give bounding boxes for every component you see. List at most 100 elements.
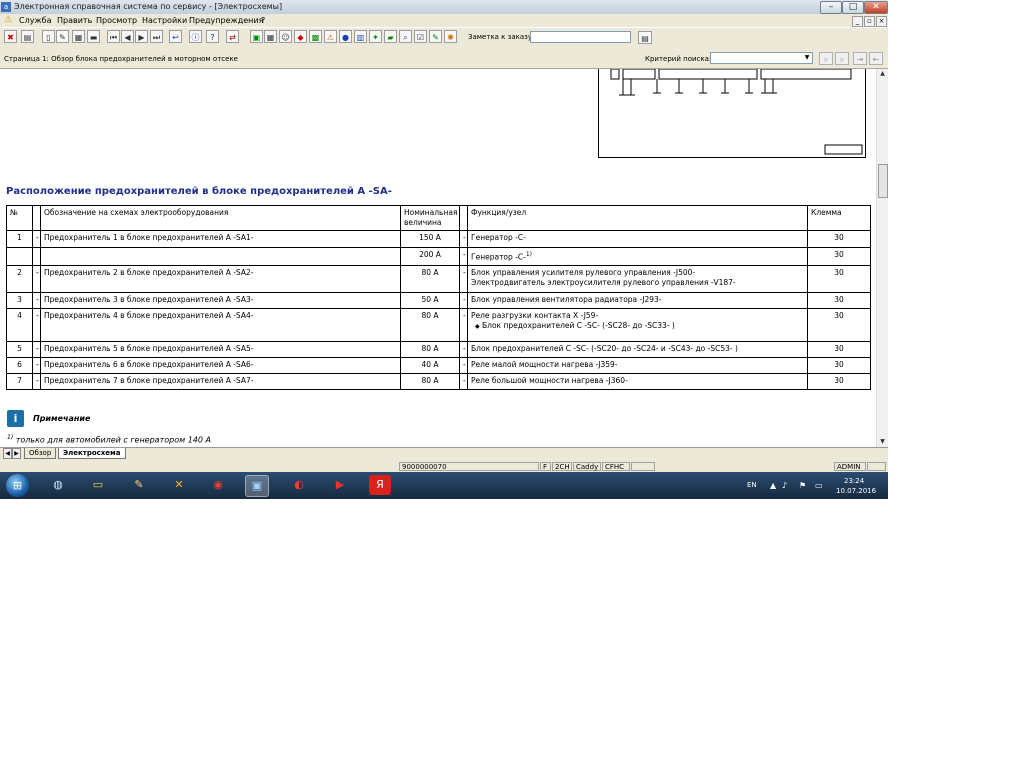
tab-next-icon[interactable]: ▶ xyxy=(12,448,21,459)
function-text-2: Блок предохранителей C -SC- (-SC28- до -… xyxy=(482,320,675,330)
mdi-restore-button[interactable]: ▫ xyxy=(864,16,875,27)
cell-function: Блок управления усилителя рулевого управ… xyxy=(467,264,808,293)
first-page-icon[interactable]: ⏮ xyxy=(107,30,120,43)
order-note-icon[interactable]: ▤ xyxy=(638,31,652,44)
menu-help[interactable]: ? xyxy=(261,15,265,26)
status-engine: 2CH xyxy=(552,462,572,471)
tray-language[interactable]: EN xyxy=(747,481,757,489)
scroll-thumb[interactable] xyxy=(878,164,888,198)
status-model: Caddy xyxy=(573,462,601,471)
edit-page-icon[interactable]: ✎ xyxy=(56,30,69,43)
cell-terminal: 30 xyxy=(807,291,871,309)
search-prev-icon[interactable]: ⇤ xyxy=(869,52,883,65)
person-icon[interactable]: ☺ xyxy=(279,30,292,43)
print-icon[interactable]: ▤ xyxy=(21,30,34,43)
minimize-button[interactable]: – xyxy=(820,1,842,14)
network-icon[interactable]: ▭ xyxy=(815,481,823,490)
scroll-down-icon[interactable]: ▼ xyxy=(877,437,888,447)
cell-no: 6 xyxy=(6,356,33,374)
media-player-icon[interactable]: ▶ xyxy=(329,475,351,495)
mdi-close-button[interactable]: × xyxy=(876,16,887,27)
folder-icon[interactable]: ▭ xyxy=(87,475,109,495)
prev-page-icon[interactable]: ◀ xyxy=(121,30,134,43)
search-icon[interactable]: ⌕ xyxy=(819,52,833,65)
yandex-icon[interactable]: Я xyxy=(369,475,391,495)
lightbulb-icon[interactable]: ✺ xyxy=(444,30,457,43)
search-label: Критерий поиска: xyxy=(645,55,712,63)
search-all-icon[interactable]: ⌕ xyxy=(835,52,849,65)
tools-app-icon[interactable]: ✕ xyxy=(168,475,190,495)
cell-rating: 80 A xyxy=(400,372,460,390)
search-doc-icon[interactable]: ⌕ xyxy=(399,30,412,43)
menu-view[interactable]: Просмотр xyxy=(96,15,137,26)
cell-dash: - xyxy=(459,372,468,390)
cell-designation: Предохранитель 5 в блоке предохранителей… xyxy=(40,340,401,358)
note-title: Примечание xyxy=(33,414,91,423)
search-next-icon[interactable]: ⇥ xyxy=(853,52,867,65)
tab-overview[interactable]: Обзор xyxy=(24,448,57,459)
cell-dash: - xyxy=(32,372,41,390)
back-icon[interactable]: ↩ xyxy=(169,30,182,43)
swap-icon[interactable]: ⇄ xyxy=(226,30,239,43)
table-row: 6 - Предохранитель 6 в блоке предохранит… xyxy=(6,356,871,374)
scroll-up-icon[interactable]: ▲ xyxy=(877,69,888,79)
start-button[interactable]: ⊞ xyxy=(6,474,29,497)
elsa-app-icon[interactable]: ▣ xyxy=(245,475,269,497)
help-icon[interactable]: ? xyxy=(206,30,219,43)
menu-warnings[interactable]: Предупреждения xyxy=(189,15,263,26)
table-header-row: № Обозначение на схемах электрооборудова… xyxy=(6,205,871,231)
cell-function: Реле большой мощности нагрева -J360- xyxy=(467,372,808,390)
menu-edit[interactable]: Править xyxy=(57,15,92,26)
alert-icon[interactable]: ⚠ xyxy=(324,30,337,43)
tray-arrow-icon[interactable]: ▲ xyxy=(770,481,776,490)
header-function: Функция/узел xyxy=(467,205,808,231)
sheet-icon[interactable]: ▣ xyxy=(250,30,263,43)
last-page-icon[interactable]: ⏭ xyxy=(150,30,163,43)
media-icon[interactable]: ◍ xyxy=(47,475,69,495)
paint-icon[interactable]: ✎ xyxy=(128,475,150,495)
menu-settings[interactable]: Настройки xyxy=(142,15,187,26)
database-icon[interactable]: ▥ xyxy=(354,30,367,43)
tools-icon[interactable]: ✎ xyxy=(429,30,442,43)
diamond-icon[interactable]: ◆ xyxy=(294,30,307,43)
header-no: № xyxy=(6,205,33,231)
clock-time[interactable]: 23:24 xyxy=(844,477,864,485)
status-user: ADMIN xyxy=(834,462,866,471)
search-criteria-select[interactable]: ▼ xyxy=(710,52,813,64)
mdi-minimize-button[interactable]: _ xyxy=(852,16,863,27)
close-button[interactable]: ✕ xyxy=(864,1,888,14)
flag-icon[interactable]: ⚑ xyxy=(799,481,806,490)
note-body: только для автомобилей с генератором 140… xyxy=(15,435,211,445)
new-page-icon[interactable]: ▯ xyxy=(42,30,55,43)
vertical-scrollbar[interactable]: ▲ ▼ xyxy=(876,69,888,447)
document-icon[interactable]: ▦ xyxy=(72,30,85,43)
globe-icon[interactable]: ● xyxy=(339,30,352,43)
cell-no: 1 xyxy=(6,230,33,248)
clock-date[interactable]: 10.07.2016 xyxy=(836,487,876,495)
volume-icon[interactable]: ♪ xyxy=(782,481,787,490)
cell-dash: - xyxy=(32,356,41,374)
exit-icon[interactable]: ✖ xyxy=(4,30,17,43)
tab-wiring-diagram[interactable]: Электросхема xyxy=(58,448,126,459)
maximize-button[interactable]: □ xyxy=(842,1,864,14)
cell-designation: Предохранитель 3 в блоке предохранителей… xyxy=(40,291,401,309)
bullet-icon: ◆ xyxy=(475,322,480,330)
cell-dash: - xyxy=(459,230,468,248)
vehicle-icon[interactable]: ▰ xyxy=(384,30,397,43)
info-icon[interactable]: ⓘ xyxy=(189,30,202,43)
chrome-icon[interactable]: ◉ xyxy=(207,475,229,495)
board-icon[interactable]: ▩ xyxy=(309,30,322,43)
car-icon[interactable]: ▬ xyxy=(87,30,100,43)
status-f: F xyxy=(540,462,551,471)
ccleaner-icon[interactable]: ◐ xyxy=(288,475,310,495)
grid-icon[interactable]: ▦ xyxy=(264,30,277,43)
order-note-input[interactable] xyxy=(530,31,631,43)
wrench-icon[interactable]: ✦ xyxy=(369,30,382,43)
menu-service[interactable]: Служба xyxy=(19,15,51,26)
next-page-icon[interactable]: ▶ xyxy=(135,30,148,43)
checklist-icon[interactable]: ☑ xyxy=(414,30,427,43)
cell-dash: - xyxy=(32,291,41,309)
cell-designation xyxy=(40,247,401,266)
chevron-down-icon[interactable]: ▼ xyxy=(802,53,812,63)
tab-prev-icon[interactable]: ◀ xyxy=(3,448,12,459)
